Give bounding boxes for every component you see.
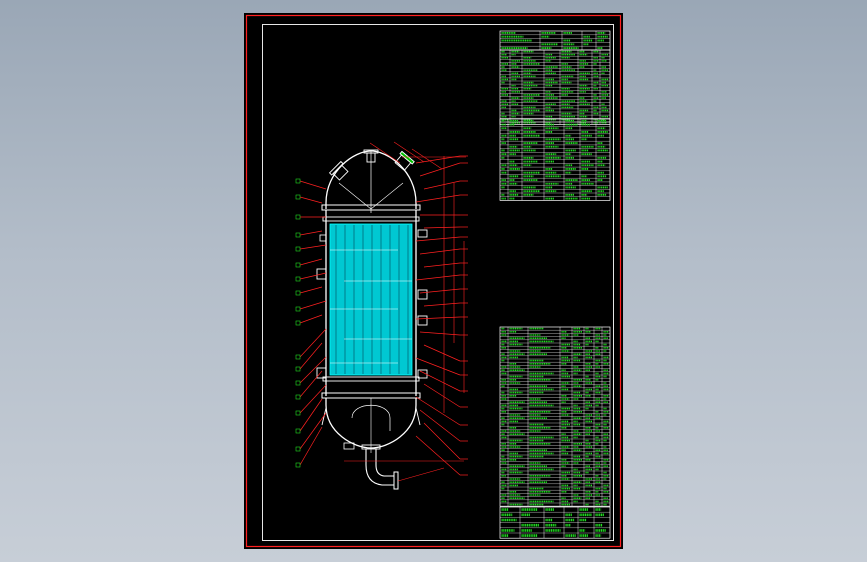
- side-nozzle-3: [417, 315, 428, 326]
- tube-bundle: [329, 223, 413, 376]
- callout-balloon: [295, 306, 301, 312]
- leader-line: [423, 180, 461, 190]
- leader-line: [299, 384, 327, 414]
- side-nozzle-2: [417, 289, 428, 300]
- parts-list-table: [499, 326, 611, 507]
- inner-border: [262, 24, 614, 541]
- leader-line: [397, 467, 445, 482]
- leader-line: [419, 162, 461, 177]
- callout-balloon: [295, 194, 301, 200]
- side-nozzle-1: [417, 229, 428, 238]
- tables: [499, 30, 611, 539]
- callout-balloon: [295, 410, 301, 416]
- outlet-elbow-inner: [375, 449, 394, 477]
- leader-line: [299, 412, 327, 450]
- callout-balloon: [295, 276, 301, 282]
- leader-line: [415, 236, 461, 242]
- callout-balloon: [295, 246, 301, 252]
- title-block: [499, 506, 611, 539]
- callout-balloon: [295, 446, 301, 452]
- callout-balloon: [295, 462, 301, 468]
- callout-balloon: [295, 380, 301, 386]
- leader-line: [423, 262, 461, 268]
- leader-line: [299, 356, 327, 384]
- upper-tube-sheet: [322, 216, 420, 222]
- outlet-flange: [393, 471, 399, 490]
- heat-exchanger-vessel: [316, 149, 428, 490]
- tech-spec-header: [499, 30, 611, 51]
- drawing-sheet: [244, 13, 623, 549]
- callout-balloon: [295, 366, 301, 372]
- callout-balloon: [295, 394, 301, 400]
- leader-line: [411, 148, 443, 170]
- nozzle-table: [499, 118, 611, 201]
- left-nozzle-lower: [316, 367, 327, 379]
- leader-line: [299, 398, 323, 432]
- callout-balloon: [295, 232, 301, 238]
- leader-line: [299, 244, 327, 250]
- callout-balloon: [295, 214, 301, 220]
- leader-line: [299, 314, 323, 324]
- callout-balloon: [295, 428, 301, 434]
- callout-balloon: [295, 354, 301, 360]
- callout-balloon: [295, 262, 301, 268]
- leader-line: [299, 230, 323, 236]
- right-support: [415, 407, 421, 426]
- lower-tube-sheet: [322, 376, 420, 382]
- leader-line: [299, 342, 323, 370]
- leader-line: [415, 396, 461, 426]
- leader-line: [423, 226, 461, 229]
- callout-balloon: [295, 290, 301, 296]
- leader-line: [415, 316, 461, 320]
- left-small-nozzle: [319, 234, 327, 242]
- leader-line: [419, 409, 461, 442]
- leader-line: [299, 258, 323, 266]
- left-support: [321, 407, 327, 426]
- leader-line: [299, 328, 327, 358]
- leader-line: [299, 196, 323, 204]
- callout-balloon: [295, 320, 301, 326]
- leader-line: [299, 180, 327, 190]
- callout-balloon: [295, 178, 301, 184]
- leader-line: [423, 344, 461, 362]
- leader-line: [415, 274, 461, 281]
- engineering-drawing: [245, 14, 622, 548]
- outlet-elbow-outer: [365, 449, 394, 486]
- leader-line: [299, 300, 327, 310]
- leader-line: [419, 370, 461, 392]
- leader-line: [415, 194, 461, 203]
- tech-spec-table: [499, 49, 611, 125]
- leader-line: [299, 286, 323, 294]
- leader-line: [299, 272, 327, 280]
- leader-line: [423, 383, 461, 408]
- leader-line: [299, 426, 323, 466]
- leader-line: [415, 435, 461, 476]
- lower-flange: [321, 392, 421, 399]
- leader-line: [423, 422, 461, 460]
- leader-line: [423, 302, 461, 307]
